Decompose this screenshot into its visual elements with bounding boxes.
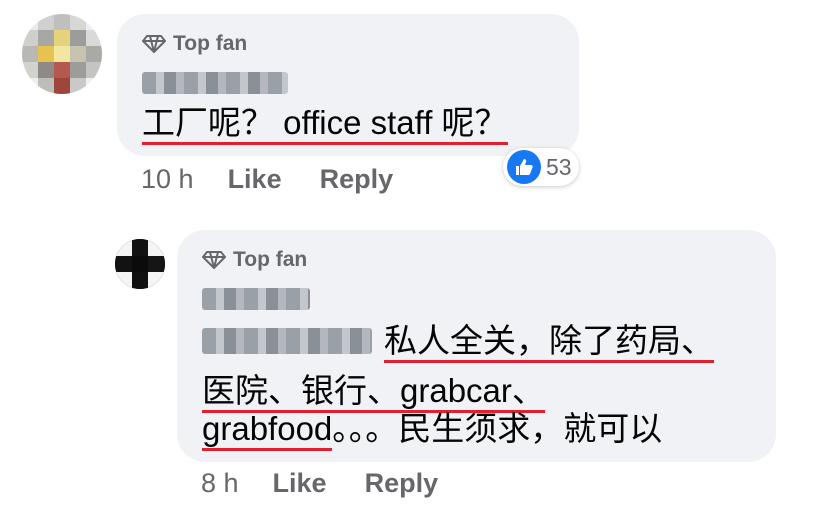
reaction-count: 53 xyxy=(546,153,572,180)
thumbs-up-icon xyxy=(507,150,541,184)
commenter-name-redacted[interactable] xyxy=(142,72,288,94)
comment-actions: 8 h Like Reply xyxy=(201,468,438,499)
mentioned-name-redacted[interactable] xyxy=(202,328,372,354)
comment-bubble: Top fan 私人全关，除了药局、 医院、银行、grabcar、 grabfo… xyxy=(177,230,776,462)
comment-text-line-3: grabfood。。。民生须求，就可以 xyxy=(202,404,662,454)
commenter-name-redacted[interactable] xyxy=(202,288,310,310)
comment-actions: 10 h Like Reply xyxy=(141,164,393,195)
comment-text-line-1: 私人全关，除了药局、 xyxy=(384,316,714,366)
reply-button[interactable]: Reply xyxy=(320,164,394,195)
diamond-icon xyxy=(142,34,166,54)
avatar[interactable] xyxy=(22,14,102,94)
comment-text: 工厂呢？ office staff 呢？ xyxy=(142,98,508,148)
reply-button[interactable]: Reply xyxy=(365,468,439,499)
comment-bubble: Top fan 工厂呢？ office staff 呢？ xyxy=(117,14,579,156)
like-button[interactable]: Like xyxy=(228,164,282,195)
reaction-summary[interactable]: 53 xyxy=(503,148,579,186)
like-button[interactable]: Like xyxy=(273,468,327,499)
top-fan-badge: Top fan xyxy=(202,248,307,272)
avatar[interactable] xyxy=(115,239,165,289)
badge-label: Top fan xyxy=(233,248,308,271)
badge-label: Top fan xyxy=(173,32,248,55)
timestamp[interactable]: 10 h xyxy=(141,164,194,195)
diamond-icon xyxy=(202,250,226,270)
top-fan-badge: Top fan xyxy=(142,32,247,56)
timestamp[interactable]: 8 h xyxy=(201,468,239,499)
